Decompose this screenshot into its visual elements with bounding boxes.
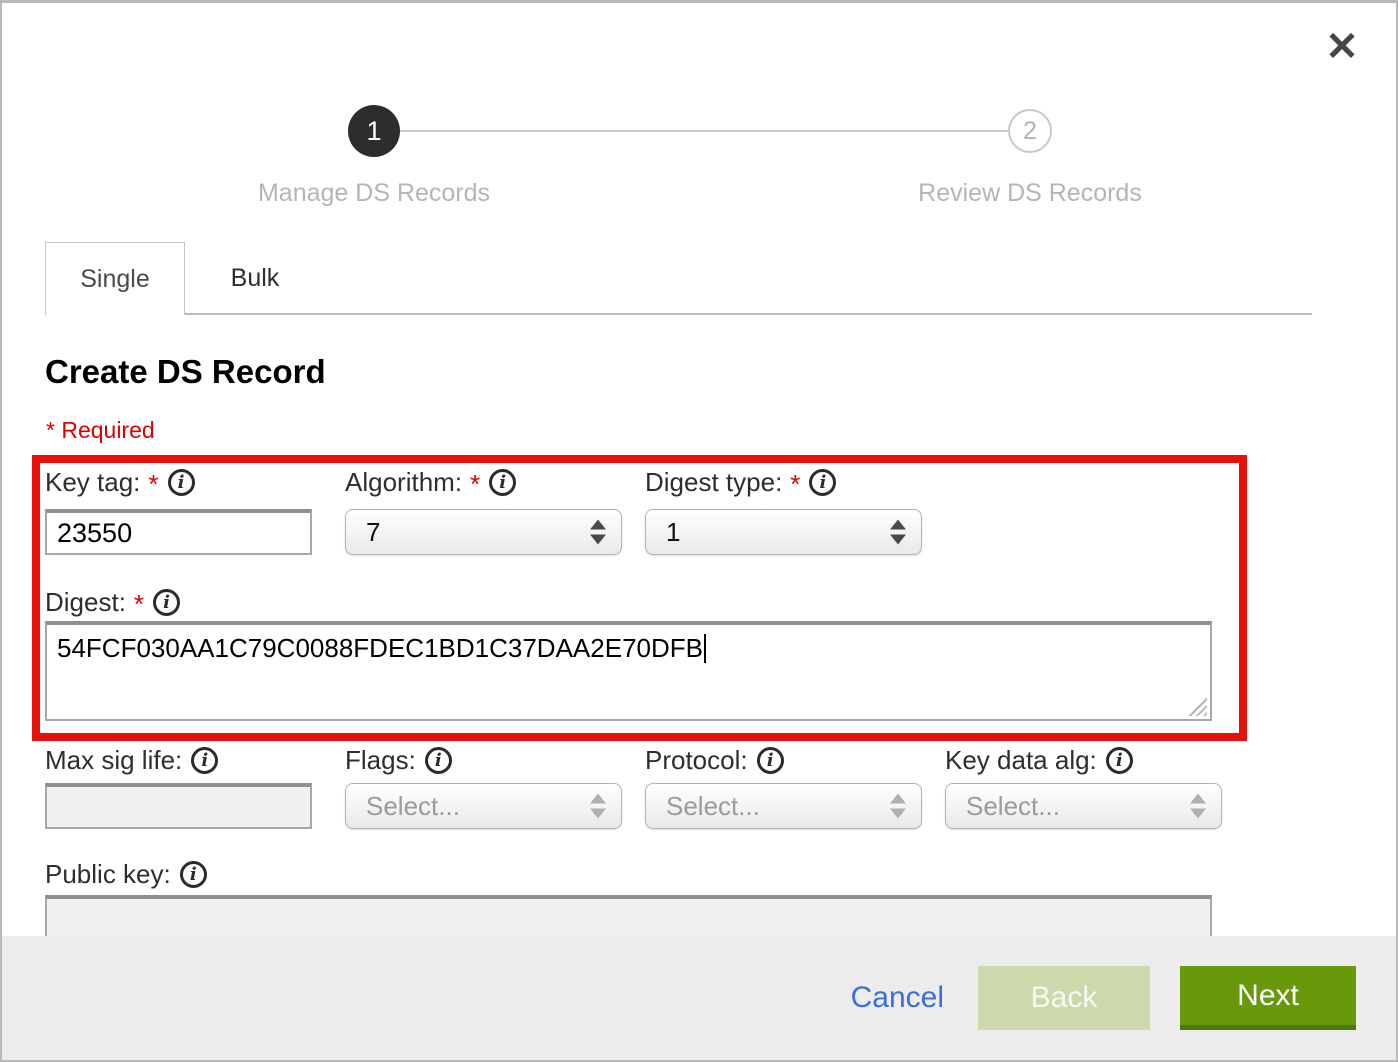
key-data-alg-select[interactable]: Select...: [945, 783, 1222, 829]
select-arrows-icon: [1190, 794, 1206, 819]
stepper-connector: [374, 130, 1030, 132]
step-1-circle: 1: [348, 105, 400, 157]
modal-footer: Cancel Back Next: [2, 936, 1396, 1060]
key-tag-label-text: Key tag:: [45, 467, 140, 498]
key-tag-label: Key tag: * i: [45, 467, 195, 498]
flags-label-text: Flags:: [345, 745, 416, 776]
algorithm-select[interactable]: 7: [345, 509, 622, 555]
digest-type-label: Digest type: * i: [645, 467, 836, 498]
max-sig-life-input: [45, 783, 312, 829]
digest-label-text: Digest:: [45, 587, 126, 618]
digest-type-select[interactable]: 1: [645, 509, 922, 555]
tab-bulk[interactable]: Bulk: [185, 242, 325, 315]
key-data-alg-label-text: Key data alg:: [945, 745, 1097, 776]
info-icon[interactable]: i: [180, 861, 207, 888]
max-sig-life-label: Max sig life: i: [45, 745, 218, 776]
select-arrows-icon: [590, 794, 606, 819]
digest-type-label-text: Digest type:: [645, 467, 782, 498]
required-asterisk: *: [470, 469, 480, 500]
resize-handle[interactable]: [1185, 694, 1207, 716]
info-icon[interactable]: i: [489, 469, 516, 496]
select-arrows-icon: [590, 520, 606, 545]
algorithm-label: Algorithm: * i: [345, 467, 516, 498]
digest-type-select-value: 1: [666, 517, 680, 548]
required-asterisk: *: [148, 469, 158, 500]
tabs-divider: [45, 313, 1312, 315]
required-asterisk: *: [134, 589, 144, 620]
info-icon[interactable]: i: [757, 747, 784, 774]
info-icon[interactable]: i: [425, 747, 452, 774]
back-button: Back: [978, 966, 1150, 1030]
protocol-select-value: Select...: [666, 791, 760, 822]
text-caret: [704, 634, 706, 663]
required-note: * Required: [46, 417, 155, 444]
close-icon[interactable]: ✕: [1316, 21, 1368, 73]
step-1-label: Manage DS Records: [244, 179, 504, 208]
max-sig-life-label-text: Max sig life:: [45, 745, 182, 776]
select-arrows-icon: [890, 794, 906, 819]
info-icon[interactable]: i: [191, 747, 218, 774]
flags-label: Flags: i: [345, 745, 452, 776]
digest-label: Digest: * i: [45, 587, 180, 618]
digest-value: 54FCF030AA1C79C0088FDEC1BD1C37DAA2E70DFB: [57, 633, 703, 663]
key-data-alg-select-value: Select...: [966, 791, 1060, 822]
next-button[interactable]: Next: [1180, 966, 1356, 1030]
flags-select-value: Select...: [366, 791, 460, 822]
public-key-label-text: Public key:: [45, 859, 171, 890]
algorithm-select-value: 7: [366, 517, 380, 548]
info-icon[interactable]: i: [168, 469, 195, 496]
create-ds-record-modal: ✕ 1 2 Manage DS Records Review DS Record…: [0, 0, 1398, 1062]
flags-select[interactable]: Select...: [345, 783, 622, 829]
info-icon[interactable]: i: [153, 589, 180, 616]
key-data-alg-label: Key data alg: i: [945, 745, 1133, 776]
protocol-label: Protocol: i: [645, 745, 784, 776]
info-icon[interactable]: i: [809, 469, 836, 496]
public-key-label: Public key: i: [45, 859, 207, 890]
step-2-label: Review DS Records: [900, 179, 1160, 208]
protocol-label-text: Protocol:: [645, 745, 748, 776]
algorithm-label-text: Algorithm:: [345, 467, 462, 498]
protocol-select[interactable]: Select...: [645, 783, 922, 829]
key-tag-input[interactable]: [45, 509, 312, 555]
info-icon[interactable]: i: [1106, 747, 1133, 774]
digest-textarea[interactable]: 54FCF030AA1C79C0088FDEC1BD1C37DAA2E70DFB: [45, 621, 1212, 721]
page-title: Create DS Record: [45, 353, 326, 391]
step-2-circle: 2: [1008, 109, 1052, 153]
required-asterisk: *: [790, 469, 800, 500]
cancel-link[interactable]: Cancel: [851, 981, 944, 1015]
tab-single[interactable]: Single: [45, 242, 185, 315]
select-arrows-icon: [890, 520, 906, 545]
